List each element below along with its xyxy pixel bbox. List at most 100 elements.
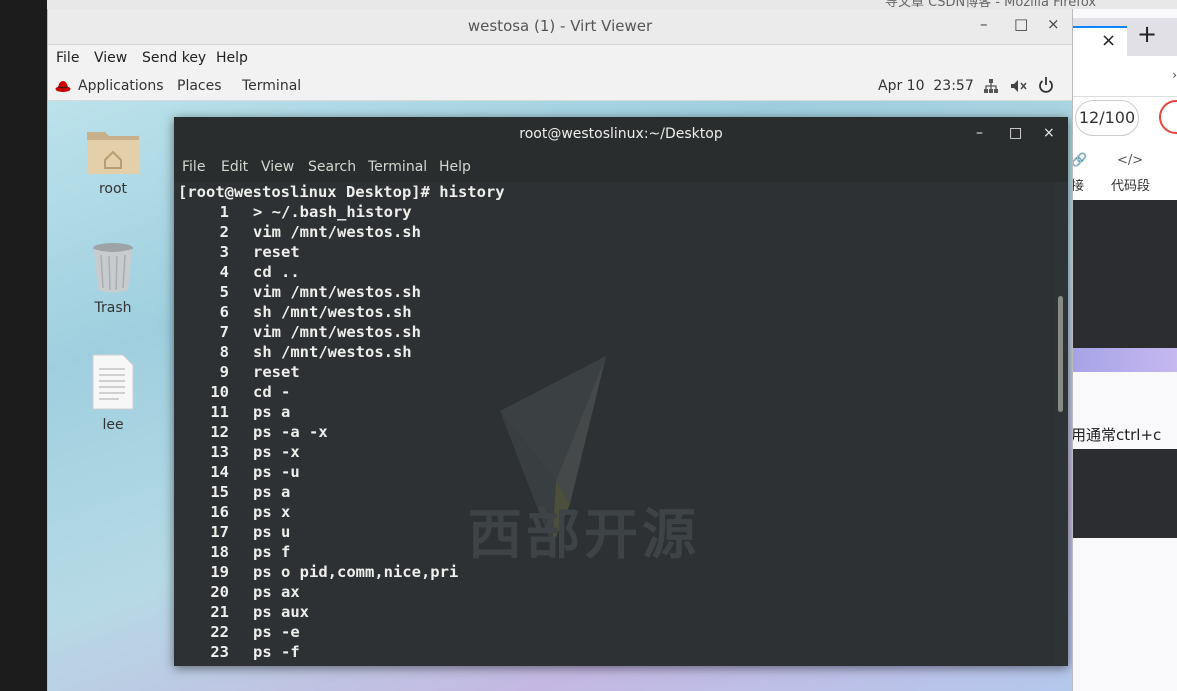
history-line: 4 cd ..	[178, 262, 505, 282]
history-command: cd -	[253, 383, 291, 401]
history-line: 22 ps -e	[178, 622, 505, 642]
firefox-url-bar[interactable]: ›	[1071, 56, 1177, 97]
scrollbar-thumb[interactable]	[1058, 296, 1063, 412]
history-command: vim /mnt/westos.sh	[253, 283, 421, 301]
history-line: 13 ps -x	[178, 442, 505, 462]
tab-close-icon[interactable]: ×	[1101, 30, 1116, 51]
terminal-window: root@westoslinux:~/Desktop – □ × File Ed…	[174, 117, 1068, 666]
terminal-app-menu[interactable]: Terminal	[242, 78, 301, 94]
terminal-menu-search[interactable]: Search	[308, 159, 356, 175]
history-line: 16 ps x	[178, 502, 505, 522]
embedded-screenshot	[1071, 200, 1177, 348]
history-number: 4	[219, 263, 229, 281]
terminal-output: [root@westoslinux Desktop]# history 1 > ~…	[178, 182, 505, 662]
volume-icon[interactable]	[1010, 78, 1028, 98]
history-command: ps -u	[253, 463, 300, 481]
history-number: 2	[219, 223, 229, 241]
history-number: 23	[210, 643, 229, 661]
menu-view[interactable]: View	[94, 50, 127, 66]
history-number: 21	[210, 603, 229, 621]
maximize-button[interactable]: □	[1014, 15, 1028, 33]
history-number: 10	[210, 383, 229, 401]
prompt-line: [root@westoslinux Desktop]# history	[178, 183, 505, 201]
history-line: 23 ps -f	[178, 642, 505, 662]
history-command: ps a	[253, 403, 291, 421]
history-number: 16	[210, 503, 229, 521]
minimize-button[interactable]: –	[980, 15, 988, 33]
embedded-screenshot-strip	[1071, 348, 1177, 372]
url-arrow-icon: ›	[1172, 68, 1177, 82]
menu-send-key[interactable]: Send key	[142, 50, 206, 66]
code-snippet-label[interactable]: 代码段	[1111, 175, 1150, 194]
toolbar-circle-button[interactable]	[1159, 100, 1177, 134]
terminal-scrollbar[interactable]	[1054, 182, 1068, 666]
word-counter: 12/100	[1075, 100, 1139, 136]
clock[interactable]: Apr 10 23:57	[878, 78, 974, 94]
history-number: 8	[219, 343, 229, 361]
history-command: sh /mnt/westos.sh	[253, 303, 412, 321]
virt-viewer-titlebar: westosa (1) - Virt Viewer – □ ×	[48, 9, 1072, 45]
desktop-icon-lee[interactable]: lee	[78, 353, 148, 453]
history-number: 6	[219, 303, 229, 321]
terminal-title: root@westoslinux:~/Desktop	[519, 126, 723, 142]
history-line: 6 sh /mnt/westos.sh	[178, 302, 505, 322]
history-number: 9	[219, 363, 229, 381]
history-line: 19 ps o pid,comm,nice,pri	[178, 562, 505, 582]
history-command: ps aux	[253, 603, 309, 621]
history-number: 22	[210, 623, 229, 641]
code-icon[interactable]: </>	[1117, 153, 1143, 168]
host-firefox-titlebar: 导文章 CSDN博客 - Mozilla Firefox	[47, 0, 1177, 10]
history-number: 1	[219, 203, 229, 221]
terminal-close-button[interactable]: ×	[1043, 125, 1055, 141]
history-number: 3	[219, 243, 229, 261]
history-line: 15 ps a	[178, 482, 505, 502]
history-command: ps -f	[253, 643, 300, 661]
gnome-top-bar: Applications Places Terminal Apr 10 23:5…	[48, 73, 1072, 101]
firefox-tabbar: × +	[1071, 18, 1177, 56]
applications-menu[interactable]: Applications	[78, 78, 164, 94]
history-line: 18 ps f	[178, 542, 505, 562]
terminal-titlebar[interactable]: root@westoslinux:~/Desktop – □ ×	[174, 117, 1068, 153]
text-file-icon	[92, 354, 134, 410]
terminal-body[interactable]: 西部开源 [root@westoslinux Desktop]# history…	[174, 182, 1054, 666]
history-line: 10 cd -	[178, 382, 505, 402]
history-command: vim /mnt/westos.sh	[253, 223, 421, 241]
desktop-icon-trash[interactable]: Trash	[78, 238, 148, 338]
desktop-icon-label: Trash	[94, 300, 132, 316]
firefox-tab[interactable]: ×	[1071, 26, 1127, 56]
menu-file[interactable]: File	[56, 50, 79, 66]
history-number: 15	[210, 483, 229, 501]
link-icon[interactable]: 🔗	[1071, 153, 1087, 168]
history-command: ps ax	[253, 583, 300, 601]
history-command: > ~/.bash_history	[253, 203, 412, 221]
close-button[interactable]: ×	[1047, 15, 1060, 33]
terminal-menu-view[interactable]: View	[261, 159, 294, 175]
editor-toolbar: 12/100 🔗 接 </> 代码段	[1071, 97, 1177, 207]
history-number: 19	[210, 563, 229, 581]
desktop-icon-label: lee	[102, 417, 124, 433]
new-tab-button[interactable]: +	[1137, 20, 1157, 48]
terminal-minimize-button[interactable]: –	[976, 125, 983, 141]
power-icon[interactable]	[1038, 76, 1054, 98]
history-command: reset	[253, 363, 300, 381]
history-command: ps f	[253, 543, 291, 561]
desktop-icon-label: root	[98, 181, 128, 197]
terminal-menubar: File Edit View Search Terminal Help	[174, 153, 1068, 182]
terminal-menu-terminal[interactable]: Terminal	[368, 159, 427, 175]
redhat-hat-icon	[55, 81, 71, 92]
history-line: 21 ps aux	[178, 602, 505, 622]
history-command: ps o pid,comm,nice,pri	[253, 563, 459, 581]
terminal-menu-help[interactable]: Help	[439, 159, 471, 175]
places-menu[interactable]: Places	[177, 78, 222, 94]
history-command: sh /mnt/westos.sh	[253, 343, 412, 361]
history-command: ps x	[253, 503, 291, 521]
virt-viewer-window: westosa (1) - Virt Viewer – □ × File Vie…	[47, 9, 1073, 691]
terminal-menu-edit[interactable]: Edit	[221, 159, 248, 175]
network-icon[interactable]	[983, 78, 999, 98]
history-line: 7 vim /mnt/westos.sh	[178, 322, 505, 342]
terminal-menu-file[interactable]: File	[182, 159, 205, 175]
history-command: ps a	[253, 483, 291, 501]
terminal-maximize-button[interactable]: □	[1009, 125, 1022, 141]
menu-help[interactable]: Help	[216, 50, 248, 66]
desktop-icon-root[interactable]: root	[78, 118, 148, 218]
